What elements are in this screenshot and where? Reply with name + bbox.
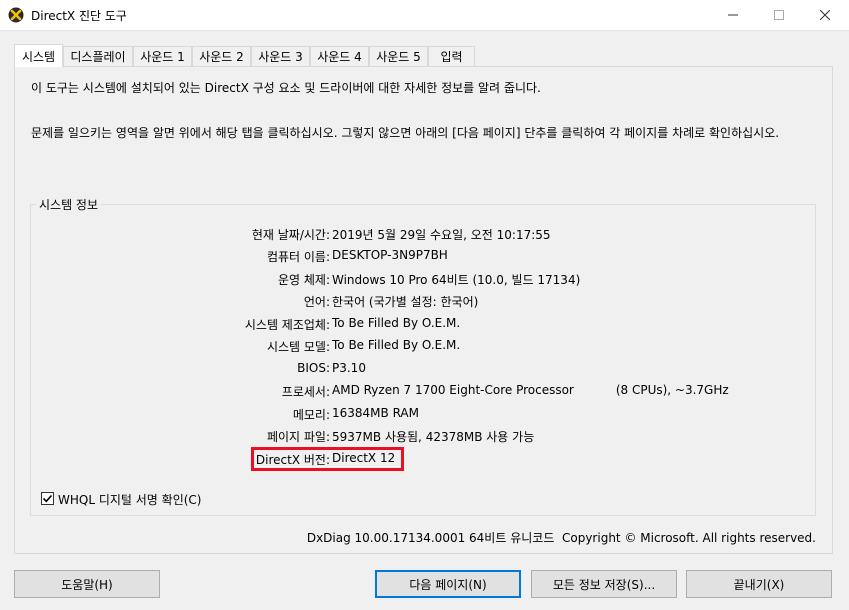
close-button[interactable] xyxy=(802,0,848,30)
save-all-info-button[interactable]: 모든 정보 저장(S)... xyxy=(531,570,677,598)
tab-sound-3[interactable]: 사운드 3 xyxy=(251,46,310,66)
tab-input[interactable]: 입력 xyxy=(428,46,475,66)
info-label: 운영 체제: xyxy=(277,273,330,287)
directx-icon xyxy=(8,7,24,23)
exit-button[interactable]: 끝내기(X) xyxy=(686,570,832,598)
info-row-manufacturer: 시스템 제조업체: To Be Filled By O.E.M. xyxy=(30,316,816,334)
info-label: 언어: xyxy=(303,295,330,309)
tab-sound-4[interactable]: 사운드 4 xyxy=(310,46,369,66)
info-label: 프로세서: xyxy=(281,385,330,399)
info-value: Windows 10 Pro 64비트 (10.0, 빌드 17134) xyxy=(332,273,581,287)
info-row-model: 시스템 모델: To Be Filled By O.E.M. xyxy=(30,338,816,356)
tab-sound-2[interactable]: 사운드 2 xyxy=(192,46,251,66)
info-label: 페이지 파일: xyxy=(266,430,330,444)
info-value: To Be Filled By O.E.M. xyxy=(332,338,461,352)
info-row-memory: 메모리: 16384MB RAM xyxy=(30,406,816,424)
maximize-button[interactable] xyxy=(756,0,802,30)
window-title: DirectX 진단 도구 xyxy=(31,9,127,23)
info-value: 16384MB RAM xyxy=(332,406,419,420)
tab-display[interactable]: 디스플레이 xyxy=(63,46,133,66)
next-page-button[interactable]: 다음 페이지(N) xyxy=(375,570,521,598)
tab-sound-5[interactable]: 사운드 5 xyxy=(369,46,428,66)
info-value: 한국어 (국가별 설정: 한국어) xyxy=(332,295,479,309)
info-row-os: 운영 체제: Windows 10 Pro 64비트 (10.0, 빌드 171… xyxy=(30,271,816,289)
info-label: 현재 날짜/시간: xyxy=(251,228,330,242)
info-label: 컴퓨터 이름: xyxy=(266,250,330,264)
directx-highlight-box xyxy=(251,447,404,471)
info-row-directx-version: DirectX 버전: DirectX 12 xyxy=(30,451,816,469)
info-row-computer-name: 컴퓨터 이름: DESKTOP-3N9P7BH xyxy=(30,248,816,266)
maximize-icon xyxy=(774,10,784,20)
close-icon xyxy=(820,10,830,20)
version-copyright-text: DxDiag 10.00.17134.0001 64비트 유니코드 Copyri… xyxy=(306,531,816,545)
whql-checkbox[interactable] xyxy=(41,492,54,505)
info-value: To Be Filled By O.E.M. xyxy=(332,316,461,330)
info-value: P3.10 xyxy=(332,361,366,375)
tab-system[interactable]: 시스템 xyxy=(14,44,63,67)
tab-sound-1[interactable]: 사운드 1 xyxy=(133,46,192,66)
info-row-language: 언어: 한국어 (국가별 설정: 한국어) xyxy=(30,293,816,311)
info-label: 메모리: xyxy=(292,408,330,422)
info-label: 시스템 제조업체: xyxy=(244,318,330,332)
info-value: 5937MB 사용됨, 42378MB 사용 가능 xyxy=(332,430,535,444)
whql-checkbox-label[interactable]: WHQL 디지털 서명 확인(C) xyxy=(58,491,202,508)
title-bar: DirectX 진단 도구 xyxy=(0,0,849,31)
info-value: AMD Ryzen 7 1700 Eight-Core Processor (8… xyxy=(332,383,729,397)
info-label: 시스템 모델: xyxy=(266,340,330,354)
info-label: BIOS: xyxy=(297,361,330,375)
minimize-icon xyxy=(728,14,738,16)
intro-text-2: 문제를 일으키는 영역을 알면 위에서 해당 탭을 클릭하십시오. 그렇지 않으… xyxy=(31,126,780,140)
system-info-title: 시스템 정보 xyxy=(36,196,102,213)
tab-strip: 시스템 디스플레이 사운드 1 사운드 2 사운드 3 사운드 4 사운드 5 … xyxy=(14,44,834,67)
info-row-bios: BIOS: P3.10 xyxy=(30,361,816,379)
info-row-datetime: 현재 날짜/시간: 2019년 5월 29일 수요일, 오전 10:17:55 xyxy=(30,226,816,244)
checkmark-icon xyxy=(42,494,53,503)
info-value: DESKTOP-3N9P7BH xyxy=(332,248,448,262)
info-value: 2019년 5월 29일 수요일, 오전 10:17:55 xyxy=(332,228,551,242)
intro-text-1: 이 도구는 시스템에 설치되어 있는 DirectX 구성 요소 및 드라이버에… xyxy=(31,81,541,95)
info-row-processor: 프로세서: AMD Ryzen 7 1700 Eight-Core Proces… xyxy=(30,383,816,401)
minimize-button[interactable] xyxy=(710,0,756,30)
help-button[interactable]: 도움말(H) xyxy=(14,570,160,598)
info-row-page-file: 페이지 파일: 5937MB 사용됨, 42378MB 사용 가능 xyxy=(30,428,816,446)
